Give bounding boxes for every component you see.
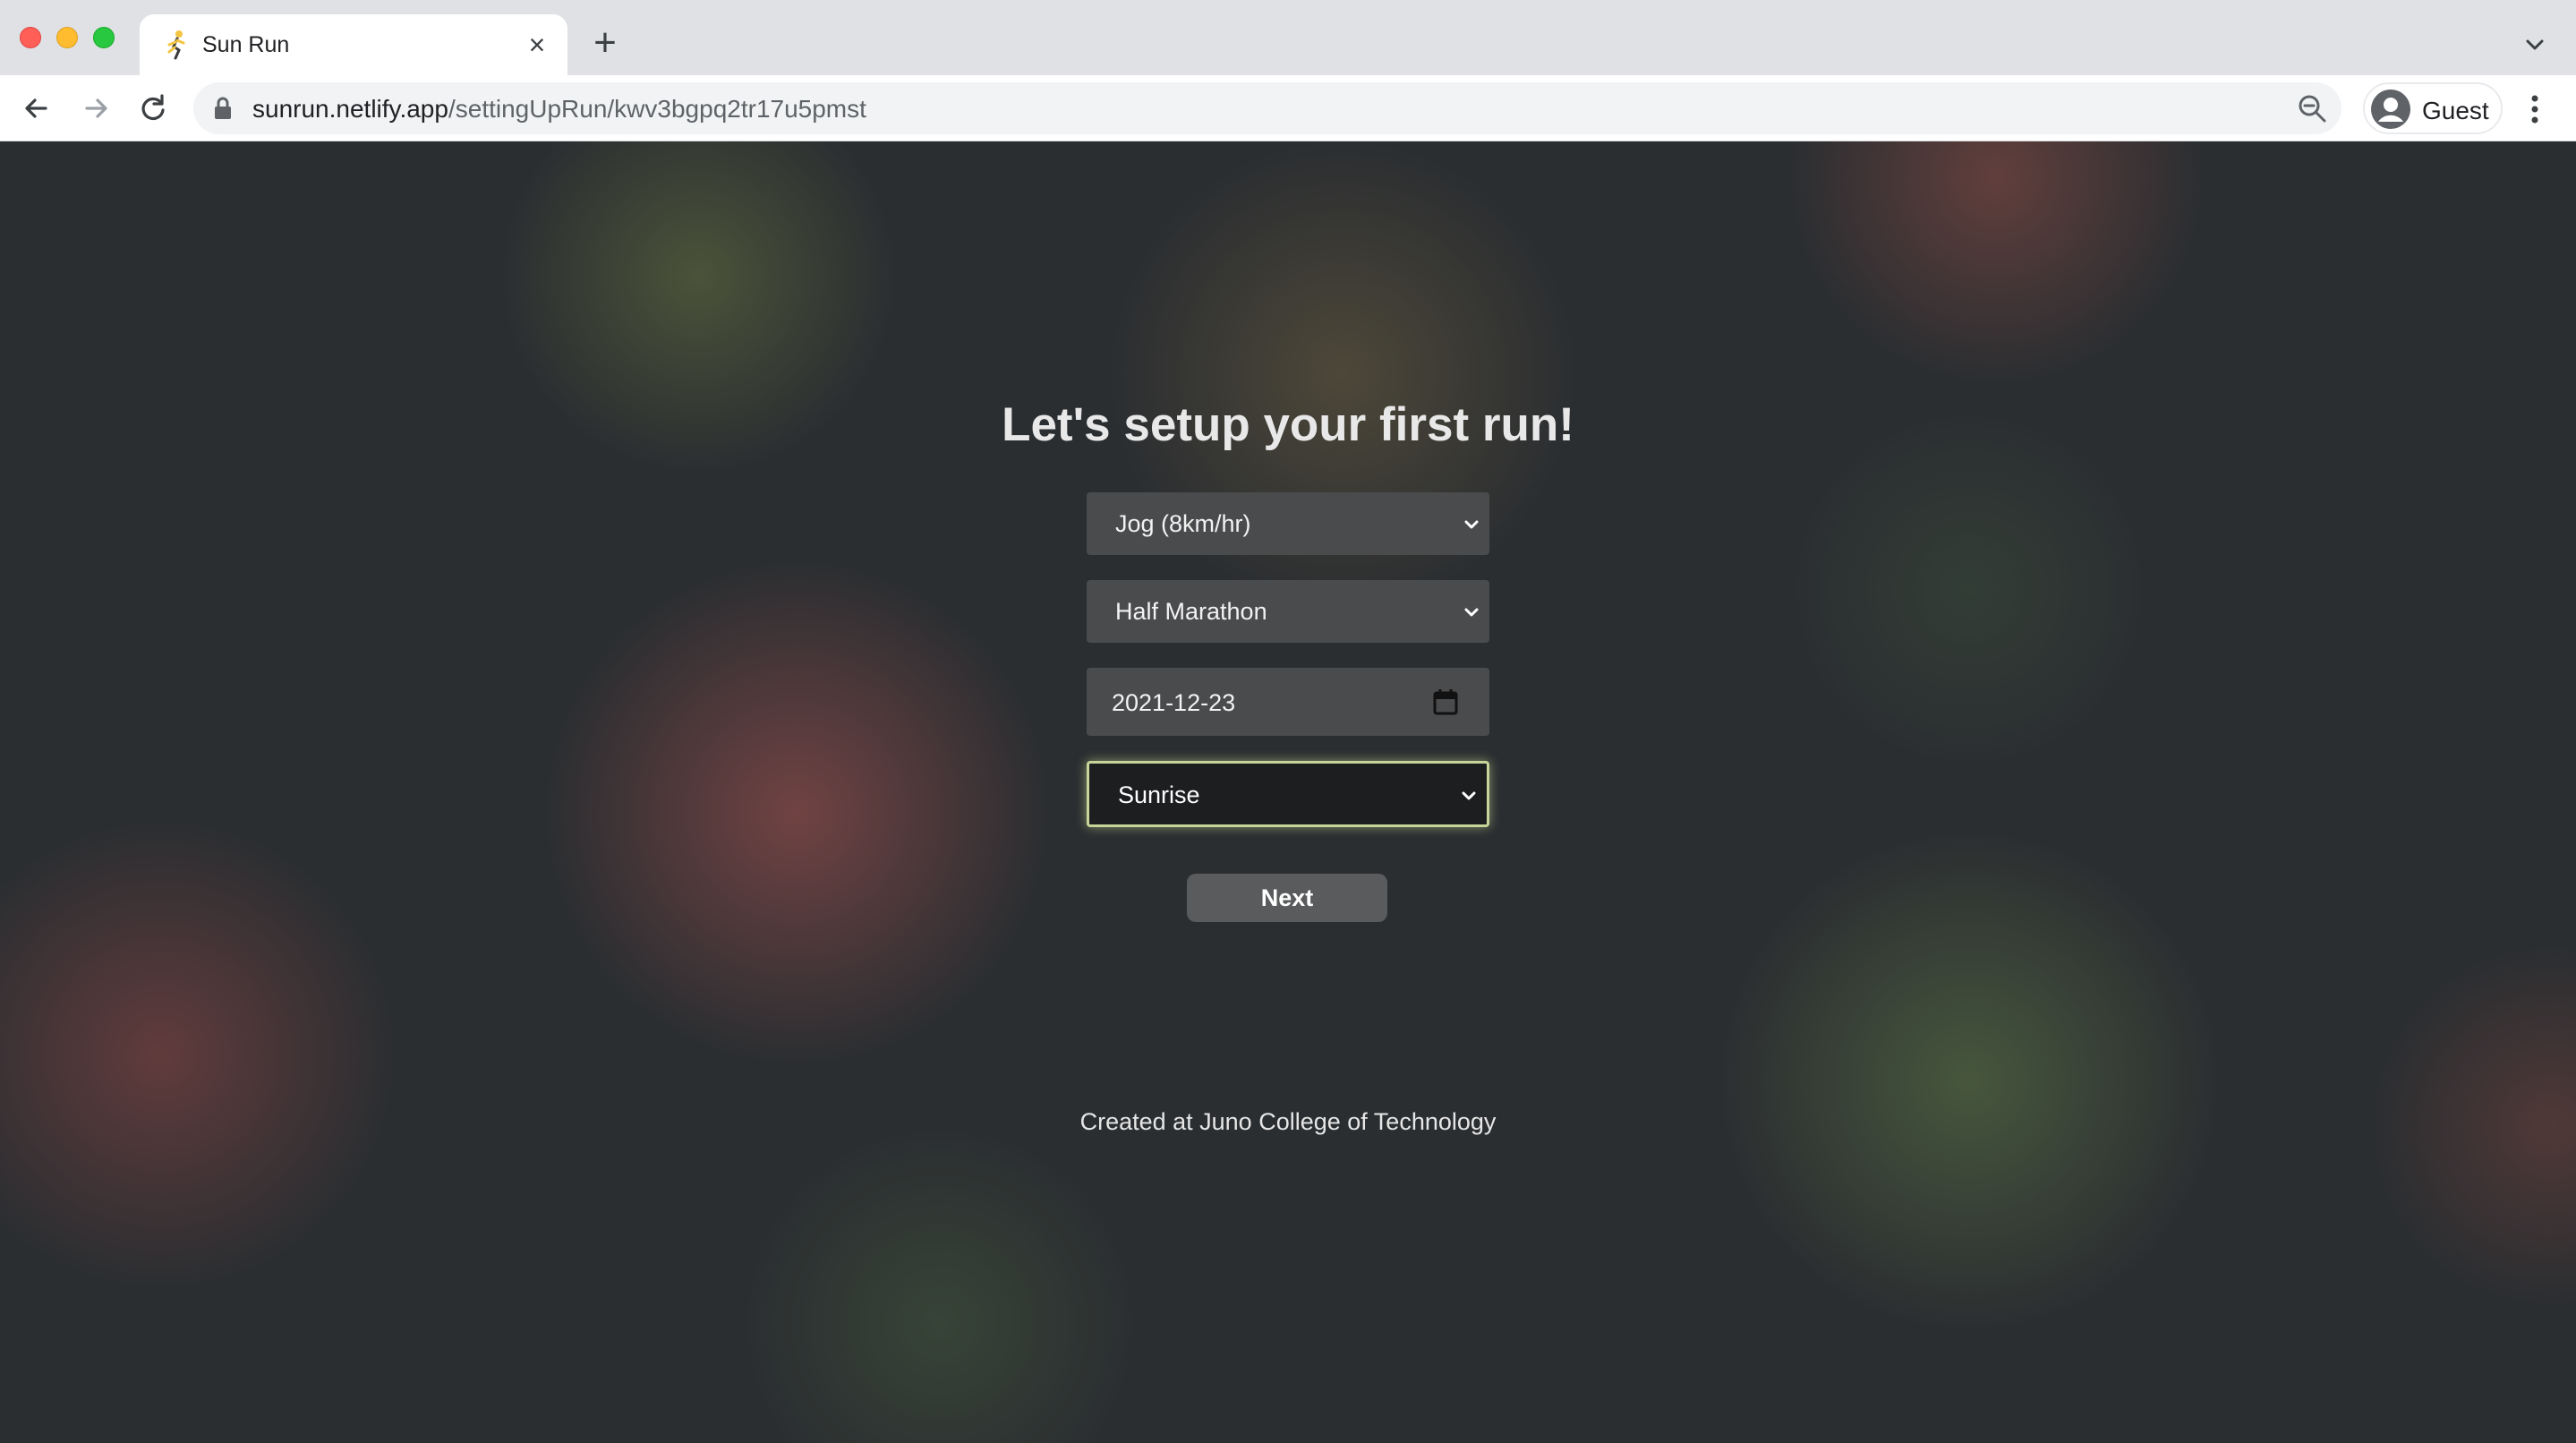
more-vertical-icon[interactable] [2521,91,2549,127]
page-background: Let's setup your first run! Jog (8km/hr)… [0,141,2576,1443]
pace-select-value: Jog (8km/hr) [1115,510,1251,537]
lock-icon[interactable] [213,97,233,120]
chevron-down-icon [1462,791,1476,800]
time-of-day-select[interactable]: Sunrise [1087,761,1489,827]
url-path: /settingUpRun/kwv3bgpq2tr17u5pmst [448,95,866,123]
browser-toolbar: sunrun.netlify.app/settingUpRun/kwv3bgpq… [0,75,2576,141]
back-arrow-icon[interactable] [18,90,55,127]
runner-icon [167,30,185,60]
profile-label: Guest [2422,97,2489,124]
tab-search-chevron-icon[interactable] [2521,30,2549,59]
tab-strip: Sun Run × + [0,0,2576,75]
date-input-value: 2021-12-23 [1112,689,1236,716]
avatar-icon [2371,90,2410,129]
calendar-icon[interactable] [1432,687,1459,716]
new-tab-button[interactable]: + [587,23,623,63]
tab-sun-run[interactable]: Sun Run × [140,14,567,75]
chevron-down-icon [1464,608,1479,617]
run-setup-content: Let's setup your first run! Jog (8km/hr)… [0,141,2576,1443]
minimize-window-button[interactable] [56,27,78,48]
chevron-down-icon [1464,520,1479,529]
browser-chrome: Sun Run × + sunrun.netlify.app/settingUp… [0,0,2576,141]
next-button[interactable]: Next [1187,874,1387,922]
maximize-window-button[interactable] [93,27,115,48]
url-text: sunrun.netlify.app/settingUpRun/kwv3bgpq… [252,95,866,124]
date-input[interactable]: 2021-12-23 [1087,668,1489,736]
footer-credit: Created at Juno College of Technology [1079,1108,1497,1135]
tab-title: Sun Run [202,32,290,57]
tab-close-button[interactable]: × [521,29,553,61]
distance-select-value: Half Marathon [1115,598,1267,625]
pace-select[interactable]: Jog (8km/hr) [1087,492,1489,555]
reload-icon[interactable] [134,90,172,127]
profile-button[interactable]: Guest [2363,82,2503,134]
close-window-button[interactable] [20,27,41,48]
time-of-day-select-value: Sunrise [1118,781,1200,808]
forward-arrow-icon[interactable] [77,90,115,127]
url-host: sunrun.netlify.app [252,95,448,123]
address-bar[interactable]: sunrun.netlify.app/settingUpRun/kwv3bgpq… [193,82,2341,134]
zoom-icon[interactable] [2297,93,2327,124]
distance-select[interactable]: Half Marathon [1087,580,1489,643]
page-title: Let's setup your first run! [1002,398,1574,451]
